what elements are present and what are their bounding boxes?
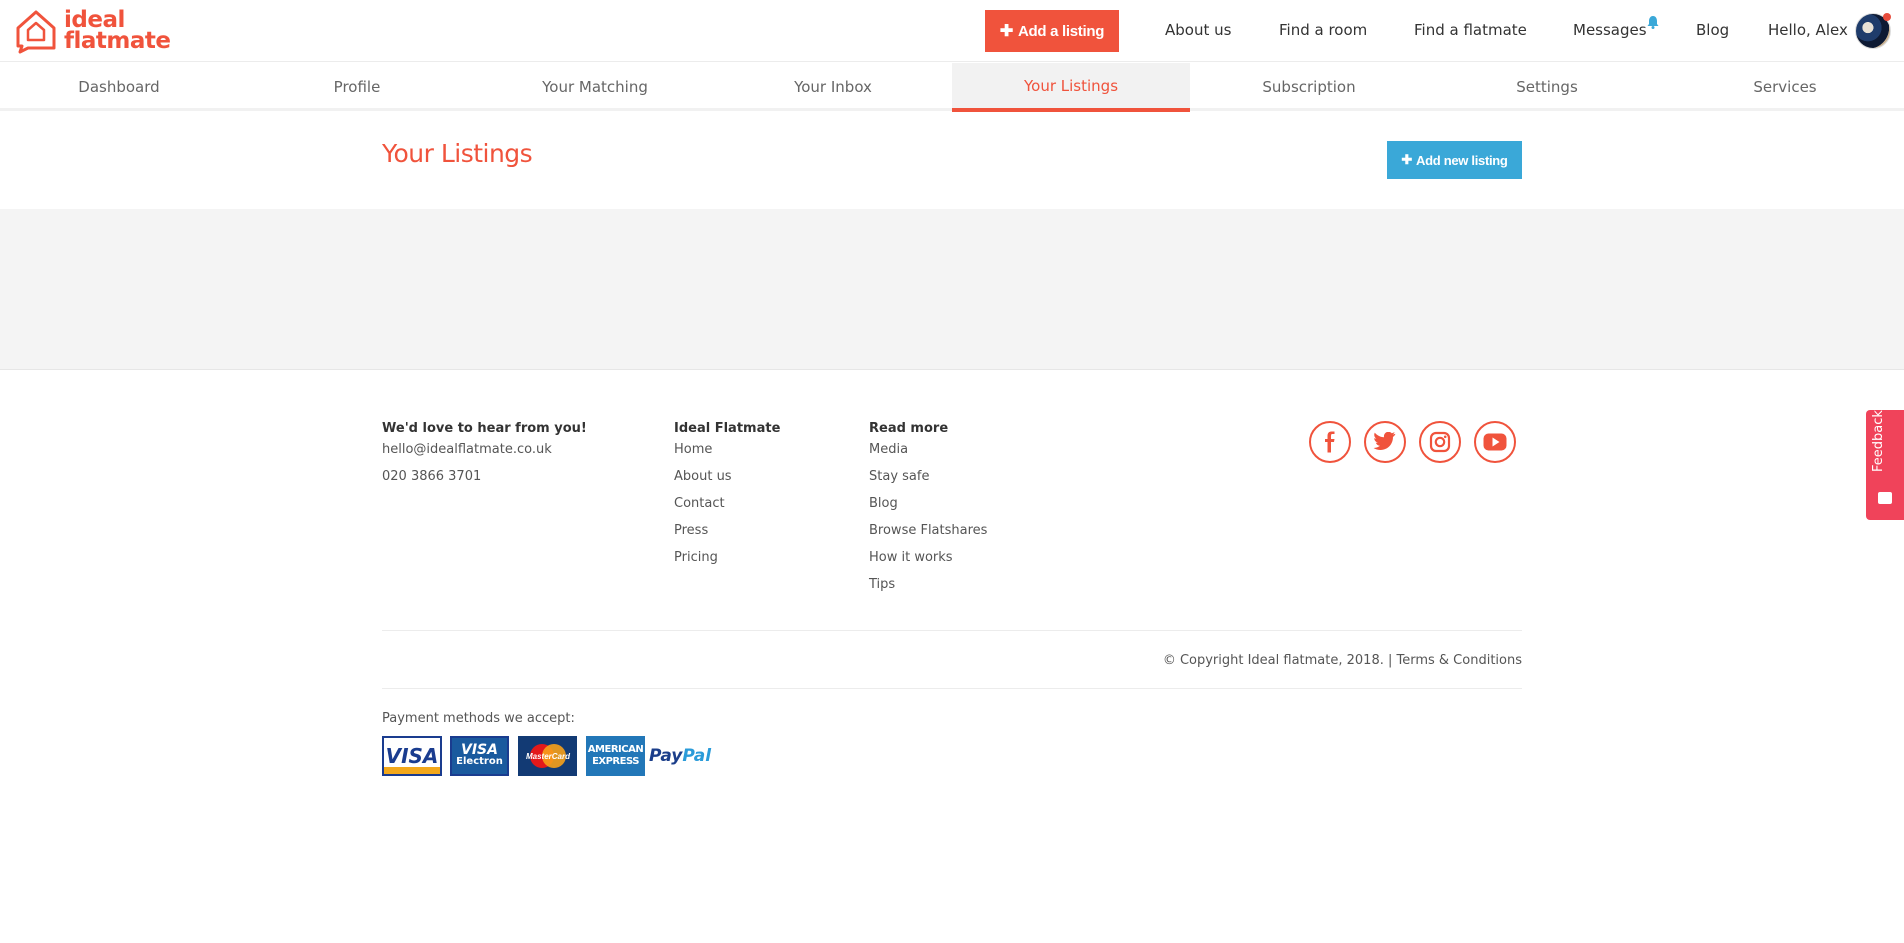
footer-link-stay-safe[interactable]: Stay safe bbox=[869, 470, 987, 497]
visa-electron-bottom: Electron bbox=[456, 756, 503, 767]
tab-your-inbox[interactable]: Your Inbox bbox=[714, 63, 952, 111]
footer-link-about-us[interactable]: About us bbox=[674, 470, 780, 497]
logo-line-2: flatmate bbox=[64, 28, 171, 54]
mastercard-logo: MasterCard bbox=[518, 736, 577, 776]
tab-your-listings[interactable]: Your Listings bbox=[952, 63, 1190, 112]
footer-contact-heading: We'd love to hear from you! bbox=[382, 421, 587, 436]
footer-link-pricing[interactable]: Pricing bbox=[674, 551, 780, 578]
footer-link-tips[interactable]: Tips bbox=[869, 578, 987, 605]
tab-services[interactable]: Services bbox=[1666, 63, 1904, 111]
paypal-text-b: Pal bbox=[682, 746, 712, 766]
footer-email-link[interactable]: hello@idealflatmate.co.uk bbox=[382, 443, 587, 470]
footer-link-home[interactable]: Home bbox=[674, 443, 780, 470]
plus-icon: ✚ bbox=[1401, 152, 1413, 167]
payment-methods-label: Payment methods we accept: bbox=[382, 711, 575, 726]
footer-read-more-heading: Read more bbox=[869, 421, 949, 436]
add-new-listing-button[interactable]: ✚ Add new listing bbox=[1387, 141, 1522, 179]
visa-logo: VISA bbox=[382, 736, 442, 776]
footer-divider bbox=[382, 688, 1522, 689]
nav-blog[interactable]: Blog bbox=[1696, 21, 1729, 39]
footer-link-contact[interactable]: Contact bbox=[674, 497, 780, 524]
notification-dot bbox=[1883, 13, 1891, 21]
page-title: Your Listings bbox=[382, 139, 533, 168]
tab-your-matching[interactable]: Your Matching bbox=[476, 63, 714, 111]
mastercard-text: MasterCard bbox=[525, 752, 570, 761]
add-new-listing-label: Add new listing bbox=[1416, 152, 1508, 168]
visa-electron-top: VISA bbox=[461, 742, 498, 758]
amex-bottom: EXPRESS bbox=[592, 756, 639, 767]
footer-link-media[interactable]: Media bbox=[869, 443, 987, 470]
footer-ideal-flatmate-heading: Ideal Flatmate bbox=[674, 421, 781, 436]
facebook-icon[interactable] bbox=[1309, 421, 1351, 463]
tab-settings[interactable]: Settings bbox=[1428, 63, 1666, 111]
mastercard-circles-icon: MasterCard bbox=[525, 744, 571, 768]
footer-link-browse-flatshares[interactable]: Browse Flatshares bbox=[869, 524, 987, 551]
footer-link-how-it-works[interactable]: How it works bbox=[869, 551, 987, 578]
plus-icon: ✚ bbox=[999, 23, 1013, 40]
account-tabs: Dashboard Profile Your Matching Your Inb… bbox=[0, 63, 1904, 112]
user-menu[interactable]: Hello, Alex ❯ bbox=[1768, 21, 1864, 39]
visa-electron-logo: VISA Electron bbox=[450, 736, 509, 776]
listings-area bbox=[0, 209, 1904, 370]
amex-top: AMERICAN bbox=[587, 744, 644, 755]
amex-logo: AMERICAN EXPRESS bbox=[586, 736, 645, 776]
footer-phone: 020 3866 3701 bbox=[382, 469, 482, 484]
nav-find-a-flatmate[interactable]: Find a flatmate bbox=[1414, 21, 1527, 39]
paypal-logo: Pay Pal bbox=[648, 736, 712, 776]
youtube-icon[interactable] bbox=[1474, 421, 1516, 463]
tab-subscription[interactable]: Subscription bbox=[1190, 63, 1428, 111]
footer-read-more: Read more Media Stay safe Blog Browse Fl… bbox=[869, 421, 987, 605]
footer-link-press[interactable]: Press bbox=[674, 524, 780, 551]
site-logo[interactable]: ideal flatmate bbox=[14, 8, 171, 54]
footer-link-blog[interactable]: Blog bbox=[869, 497, 987, 524]
copyright-text: © Copyright Ideal flatmate, 2018. | Term… bbox=[1162, 653, 1522, 668]
house-chat-icon bbox=[16, 10, 56, 54]
feedback-icon bbox=[1878, 492, 1892, 504]
nav-about-us[interactable]: About us bbox=[1165, 21, 1231, 39]
twitter-icon[interactable] bbox=[1364, 421, 1406, 463]
footer-ideal-flatmate: Ideal Flatmate Home About us Contact Pre… bbox=[674, 421, 780, 578]
user-greeting: Hello, Alex bbox=[1768, 21, 1848, 39]
tab-dashboard[interactable]: Dashboard bbox=[0, 63, 238, 111]
logo-wordmark: ideal flatmate bbox=[64, 9, 171, 54]
paypal-text-a: Pay bbox=[648, 746, 683, 766]
footer-contact: We'd love to hear from you! hello@idealf… bbox=[382, 421, 587, 497]
bell-icon[interactable] bbox=[1646, 15, 1660, 29]
add-listing-label: Add a listing bbox=[1018, 22, 1105, 40]
nav-find-a-room[interactable]: Find a room bbox=[1279, 21, 1367, 39]
site-header: ideal flatmate ✚ Add a listing About us … bbox=[0, 0, 1904, 62]
feedback-label: Feedback bbox=[1871, 410, 1886, 472]
instagram-icon[interactable] bbox=[1419, 421, 1461, 463]
nav-messages[interactable]: Messages bbox=[1573, 21, 1647, 39]
footer-divider bbox=[382, 630, 1522, 631]
add-listing-button[interactable]: ✚ Add a listing bbox=[985, 10, 1119, 52]
tab-profile[interactable]: Profile bbox=[238, 63, 476, 111]
feedback-tab[interactable]: Feedback bbox=[1866, 410, 1904, 520]
visa-text: VISA bbox=[385, 744, 439, 768]
